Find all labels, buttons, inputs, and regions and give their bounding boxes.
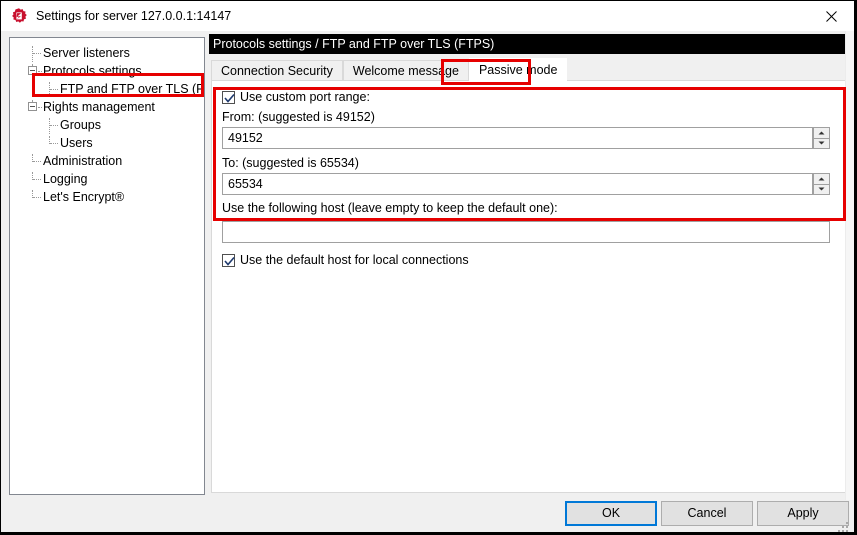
sidebar-item-label: Server listeners — [43, 46, 130, 60]
close-icon[interactable] — [808, 1, 854, 31]
tree-expander-minus-icon[interactable] — [28, 66, 37, 75]
ok-button[interactable]: OK — [565, 501, 657, 526]
tree-stub — [38, 71, 42, 73]
filezilla-server-icon — [10, 7, 28, 25]
tree-stub — [50, 143, 58, 145]
settings-tree-panel[interactable]: Server listeners Protocols settings FTP … — [9, 37, 205, 495]
sidebar-item-administration[interactable]: Administration — [10, 152, 204, 170]
sidebar-item-lets-encrypt[interactable]: Let's Encrypt® — [10, 188, 204, 206]
from-port-stepper[interactable] — [813, 127, 830, 149]
sidebar-item-protocols-settings[interactable]: Protocols settings — [10, 62, 204, 80]
sidebar-item-users[interactable]: Users — [10, 134, 204, 152]
sidebar-item-server-listeners[interactable]: Server listeners — [10, 44, 204, 62]
tree-stub — [50, 89, 58, 91]
checkbox-checked-icon — [222, 253, 235, 267]
settings-tree: Server listeners Protocols settings FTP … — [10, 38, 204, 206]
checkbox-checked-icon — [222, 90, 235, 104]
tree-stub — [33, 179, 41, 181]
cancel-button[interactable]: Cancel — [661, 501, 753, 526]
use-default-host-local-label: Use the default host for local connectio… — [240, 253, 469, 267]
content-scrollbar[interactable] — [845, 31, 854, 500]
apply-button[interactable]: Apply — [757, 501, 849, 526]
tree-stub — [33, 53, 41, 55]
sidebar-item-label: Users — [60, 136, 93, 150]
stepper-up-icon[interactable] — [813, 127, 830, 139]
main-content: Protocols settings / FTP and FTP over TL… — [209, 34, 846, 495]
breadcrumb: Protocols settings / FTP and FTP over TL… — [209, 34, 846, 54]
stepper-down-icon[interactable] — [813, 184, 830, 195]
sidebar-item-ftp-ftps[interactable]: FTP and FTP over TLS (FTPS) — [10, 80, 204, 98]
tree-expander-minus-icon[interactable] — [28, 102, 37, 111]
sidebar-item-label: FTP and FTP over TLS (FTPS) — [60, 82, 204, 96]
passive-mode-panel: Use custom port range: From: (suggested … — [211, 80, 846, 493]
tab-welcome-message[interactable]: Welcome message — [342, 60, 469, 81]
to-port-stepper[interactable] — [813, 173, 830, 195]
host-input[interactable] — [222, 221, 830, 243]
from-port-input[interactable]: 49152 — [222, 127, 813, 149]
window-title: Settings for server 127.0.0.1:14147 — [36, 9, 232, 23]
sidebar-item-logging[interactable]: Logging — [10, 170, 204, 188]
tree-stub — [38, 107, 42, 109]
sidebar-item-label: Groups — [60, 118, 101, 132]
host-label: Use the following host (leave empty to k… — [222, 201, 558, 215]
sidebar-item-rights-management[interactable]: Rights management — [10, 98, 204, 116]
dialog-button-bar: OK Cancel Apply — [1, 500, 854, 532]
from-port-label: From: (suggested is 49152) — [222, 110, 375, 124]
stepper-down-icon[interactable] — [813, 138, 830, 149]
sidebar-item-label: Rights management — [43, 100, 155, 114]
stepper-up-icon[interactable] — [813, 173, 830, 185]
to-port-input[interactable]: 65534 — [222, 173, 813, 195]
tab-passive-mode[interactable]: Passive mode — [468, 58, 568, 81]
tab-connection-security[interactable]: Connection Security — [211, 60, 343, 81]
to-port-label: To: (suggested is 65534) — [222, 156, 359, 170]
sidebar-item-groups[interactable]: Groups — [10, 116, 204, 134]
tree-stub — [33, 161, 41, 163]
settings-window: Settings for server 127.0.0.1:14147 Serv… — [0, 0, 855, 533]
use-custom-port-range-checkbox[interactable]: Use custom port range: — [222, 90, 370, 104]
tree-stub — [33, 197, 41, 199]
title-bar: Settings for server 127.0.0.1:14147 — [1, 1, 854, 31]
sidebar-item-label: Logging — [43, 172, 88, 186]
use-custom-port-range-label: Use custom port range: — [240, 90, 370, 104]
tree-stub — [50, 125, 58, 127]
sidebar-item-label: Administration — [43, 154, 123, 168]
tab-strip: Connection Security Welcome message Pass… — [211, 58, 846, 81]
use-default-host-local-checkbox[interactable]: Use the default host for local connectio… — [222, 253, 469, 267]
sidebar-item-label: Let's Encrypt® — [43, 190, 125, 204]
sidebar-item-label: Protocols settings — [43, 64, 142, 78]
resize-grip[interactable] — [838, 519, 851, 532]
